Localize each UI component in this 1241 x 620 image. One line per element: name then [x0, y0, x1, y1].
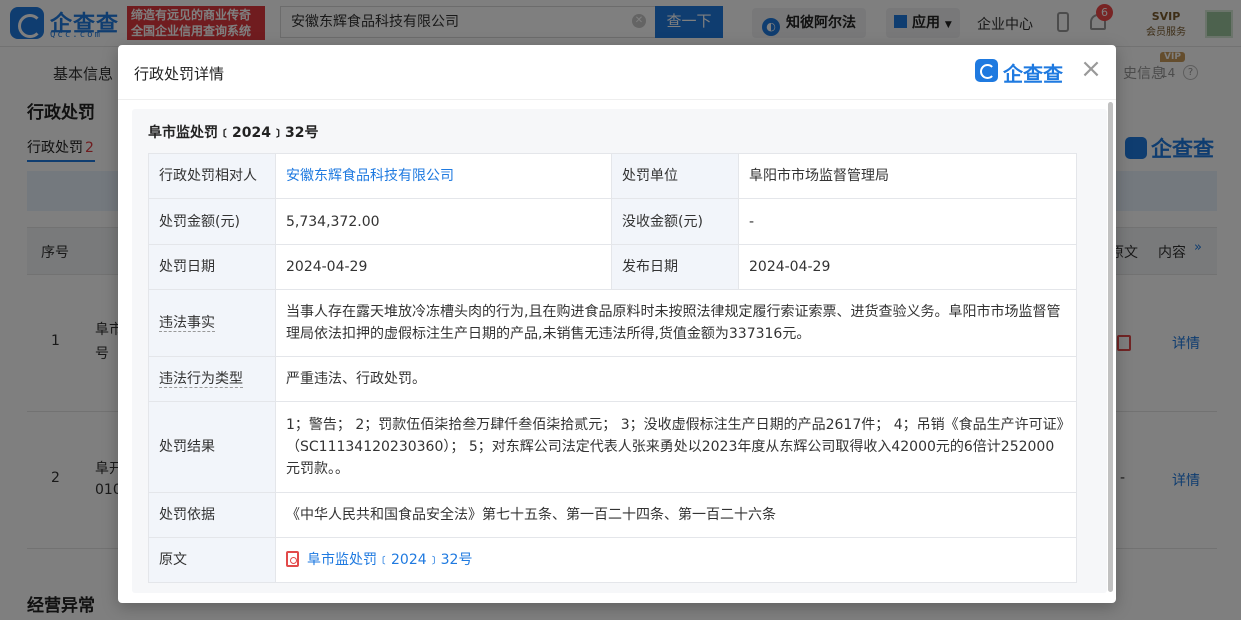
basis-value: 《中华人民共和国食品安全法》第七十五条、第一百二十四条、第一百二十六条	[275, 492, 1077, 538]
close-icon[interactable]: ×	[1078, 56, 1104, 83]
result-value: 1；警告； 2；罚款伍佰柒拾叁万肆仟叁佰柒拾贰元； 3；没收虚假标注生产日期的产…	[275, 401, 1077, 493]
penalty-detail-table: 行政处罚相对人 安徽东辉食品科技有限公司 处罚单位 阜阳市市场监督管理局 处罚金…	[148, 153, 1077, 583]
scroll-thumb[interactable]	[1108, 102, 1113, 592]
modal-title: 行政处罚详情	[134, 65, 225, 83]
modal-header: 行政处罚详情 企查查 ×	[118, 45, 1116, 100]
penalty-date-value: 2024-04-29	[275, 244, 612, 290]
table-row: 处罚结果 1；警告； 2；罚款伍佰柒拾叁万肆仟叁佰柒拾贰元； 3；没收虚假标注生…	[148, 401, 1077, 493]
authority-value: 阜阳市市场监督管理局	[738, 153, 1077, 199]
table-row: 处罚依据 《中华人民共和国食品安全法》第七十五条、第一百二十四条、第一百二十六条	[148, 492, 1077, 538]
original-document-cell: 阜市监处罚﹝2024﹞32号	[275, 537, 1077, 583]
qcc-logo-icon	[975, 59, 998, 82]
amount-value: 5,734,372.00	[275, 198, 612, 245]
publish-date-value: 2024-04-29	[738, 244, 1077, 290]
confiscation-value: -	[738, 198, 1077, 245]
penalty-date-label: 处罚日期	[148, 244, 276, 290]
basis-label: 处罚依据	[148, 492, 276, 538]
original-label: 原文	[148, 537, 276, 583]
type-label-cell: 违法行为类型	[148, 356, 276, 402]
table-row: 行政处罚相对人 安徽东辉食品科技有限公司 处罚单位 阜阳市市场监督管理局	[148, 153, 1077, 199]
facts-label-cell: 违法事实	[148, 289, 276, 357]
table-row: 处罚日期 2024-04-29 发布日期 2024-04-29	[148, 244, 1077, 290]
modal-logo-text: 企查查	[1003, 62, 1063, 86]
violation-type-value: 严重违法、行政处罚。	[275, 356, 1077, 402]
table-row: 违法行为类型 严重违法、行政处罚。	[148, 356, 1077, 402]
table-row: 违法事实 当事人存在露天堆放冷冻槽头肉的行为,且在购进食品原料时未按照法律规定履…	[148, 289, 1077, 357]
amount-label: 处罚金额(元)	[148, 198, 276, 245]
publish-date-label: 发布日期	[611, 244, 739, 290]
pdf-icon[interactable]	[286, 551, 299, 567]
facts-label[interactable]: 违法事实	[159, 315, 215, 332]
modal-scrollbar[interactable]	[1107, 100, 1115, 600]
case-number: 阜市监处罚﹝2024﹞32号	[148, 125, 319, 141]
original-document-link[interactable]: 阜市监处罚﹝2024﹞32号	[307, 552, 472, 568]
table-row: 处罚金额(元) 5,734,372.00 没收金额(元) -	[148, 198, 1077, 245]
facts-value: 当事人存在露天堆放冷冻槽头肉的行为,且在购进食品原料时未按照法律规定履行索证索票…	[275, 289, 1077, 357]
modal-body: 阜市监处罚﹝2024﹞32号 行政处罚相对人 安徽东辉食品科技有限公司 处罚单位…	[132, 109, 1107, 593]
penalty-detail-modal: 行政处罚详情 企查查 × 阜市监处罚﹝2024﹞32号 行政处罚相对人 安徽东辉…	[118, 45, 1116, 603]
violation-type-label[interactable]: 违法行为类型	[159, 371, 243, 388]
party-label: 行政处罚相对人	[148, 153, 276, 199]
result-label: 处罚结果	[148, 401, 276, 493]
confiscation-label: 没收金额(元)	[611, 198, 739, 245]
party-company-link[interactable]: 安徽东辉食品科技有限公司	[275, 153, 612, 199]
table-row: 原文 阜市监处罚﹝2024﹞32号	[148, 537, 1077, 583]
authority-label: 处罚单位	[611, 153, 739, 199]
